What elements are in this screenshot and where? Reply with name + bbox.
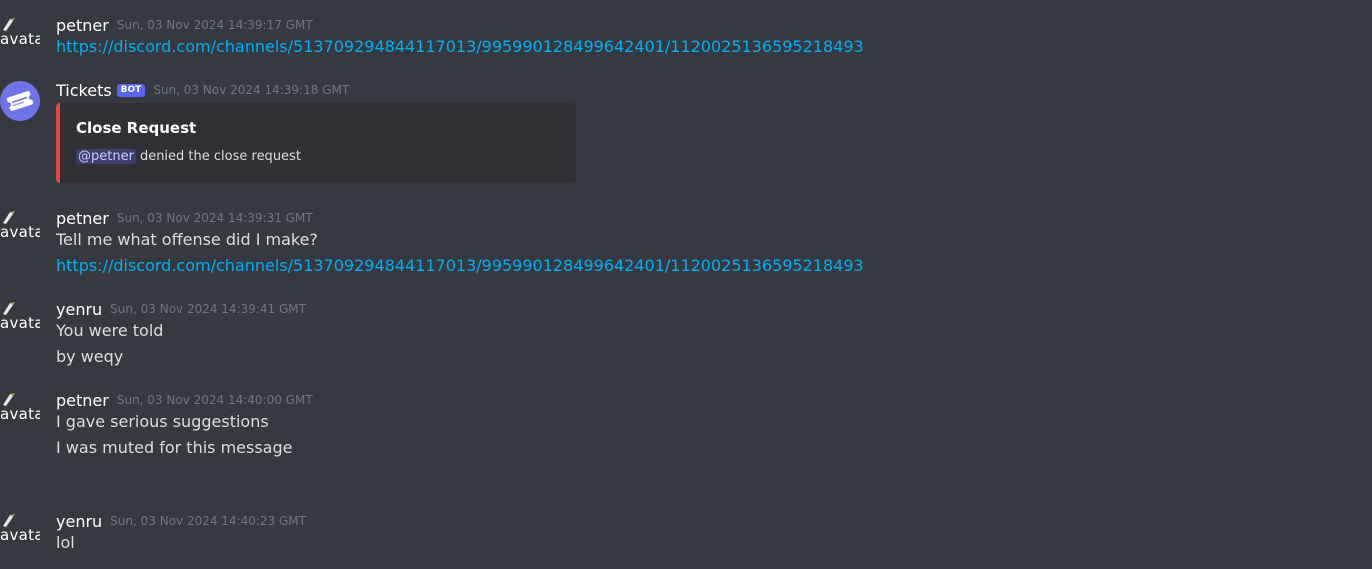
embed-description-text: denied the close request — [139, 149, 301, 164]
message: avatar yenru Sun, 03 Nov 2024 14:39:41 G… — [0, 298, 1372, 368]
avatar-alt-text: avatar — [0, 30, 40, 48]
timestamp: Sun, 03 Nov 2024 14:39:31 GMT — [116, 211, 313, 225]
message-text: I was muted for this message — [56, 438, 293, 457]
username[interactable]: petner — [56, 16, 109, 35]
message-link[interactable]: https://discord.com/channels/51370929484… — [56, 255, 864, 277]
username[interactable]: petner — [56, 391, 109, 410]
avatar-alt-text: avatar — [0, 314, 40, 332]
timestamp: Sun, 03 Nov 2024 14:40:00 GMT — [116, 393, 313, 407]
embed-description: @petner denied the close request — [76, 149, 301, 164]
username[interactable]: yenru — [56, 512, 102, 531]
avatar-alt-text: avatar — [0, 526, 40, 544]
message-header: petner Sun, 03 Nov 2024 14:40:00 GMT — [56, 389, 313, 411]
avatar[interactable]: avatar — [0, 209, 40, 249]
message-header: Tickets BOT Sun, 03 Nov 2024 14:39:18 GM… — [56, 79, 349, 101]
timestamp: Sun, 03 Nov 2024 14:39:18 GMT — [153, 83, 350, 97]
message-text: I gave serious suggestions — [56, 412, 269, 431]
message: avatar petner Sun, 03 Nov 2024 14:39:17 … — [0, 14, 1372, 58]
username[interactable]: petner — [56, 209, 109, 228]
message-header: petner Sun, 03 Nov 2024 14:39:31 GMT — [56, 207, 313, 229]
avatar[interactable]: avatar — [0, 300, 40, 340]
user-mention[interactable]: @petner — [76, 149, 136, 164]
message-header: petner Sun, 03 Nov 2024 14:39:17 GMT — [56, 14, 313, 36]
timestamp: Sun, 03 Nov 2024 14:39:41 GMT — [110, 302, 306, 316]
message: avatar yenru Sun, 03 Nov 2024 14:40:23 G… — [0, 510, 1372, 556]
message-link[interactable]: https://discord.com/channels/51370929484… — [56, 36, 864, 58]
message-text: by weqy — [56, 347, 124, 366]
message-text: Tell me what offense did I make? — [56, 230, 318, 249]
avatar[interactable]: avatar — [0, 391, 40, 431]
avatar[interactable]: avatar — [0, 16, 40, 56]
ticket-icon — [6, 91, 34, 111]
timestamp: Sun, 03 Nov 2024 14:40:23 GMT — [110, 514, 306, 528]
message: Tickets BOT Sun, 03 Nov 2024 14:39:18 GM… — [0, 79, 1372, 185]
message-text: You were told — [56, 321, 164, 340]
message: avatar petner Sun, 03 Nov 2024 14:39:31 … — [0, 207, 1372, 277]
embed-card: Close Request @petner denied the close r… — [56, 103, 576, 183]
avatar[interactable]: avatar — [0, 512, 40, 552]
message-text: lol — [56, 533, 75, 552]
username[interactable]: yenru — [56, 300, 102, 319]
username[interactable]: Tickets — [56, 81, 112, 100]
chat-log: avatar petner Sun, 03 Nov 2024 14:39:17 … — [0, 0, 1372, 569]
avatar-alt-text: avatar — [0, 223, 40, 241]
avatar-alt-text: avatar — [0, 405, 40, 423]
bot-avatar[interactable] — [0, 81, 40, 121]
embed-title: Close Request — [76, 119, 197, 137]
message-header: yenru Sun, 03 Nov 2024 14:39:41 GMT — [56, 298, 306, 320]
message: avatar petner Sun, 03 Nov 2024 14:40:00 … — [0, 389, 1372, 459]
bot-badge: BOT — [116, 83, 146, 97]
timestamp: Sun, 03 Nov 2024 14:39:17 GMT — [116, 18, 313, 32]
message-header: yenru Sun, 03 Nov 2024 14:40:23 GMT — [56, 510, 306, 532]
